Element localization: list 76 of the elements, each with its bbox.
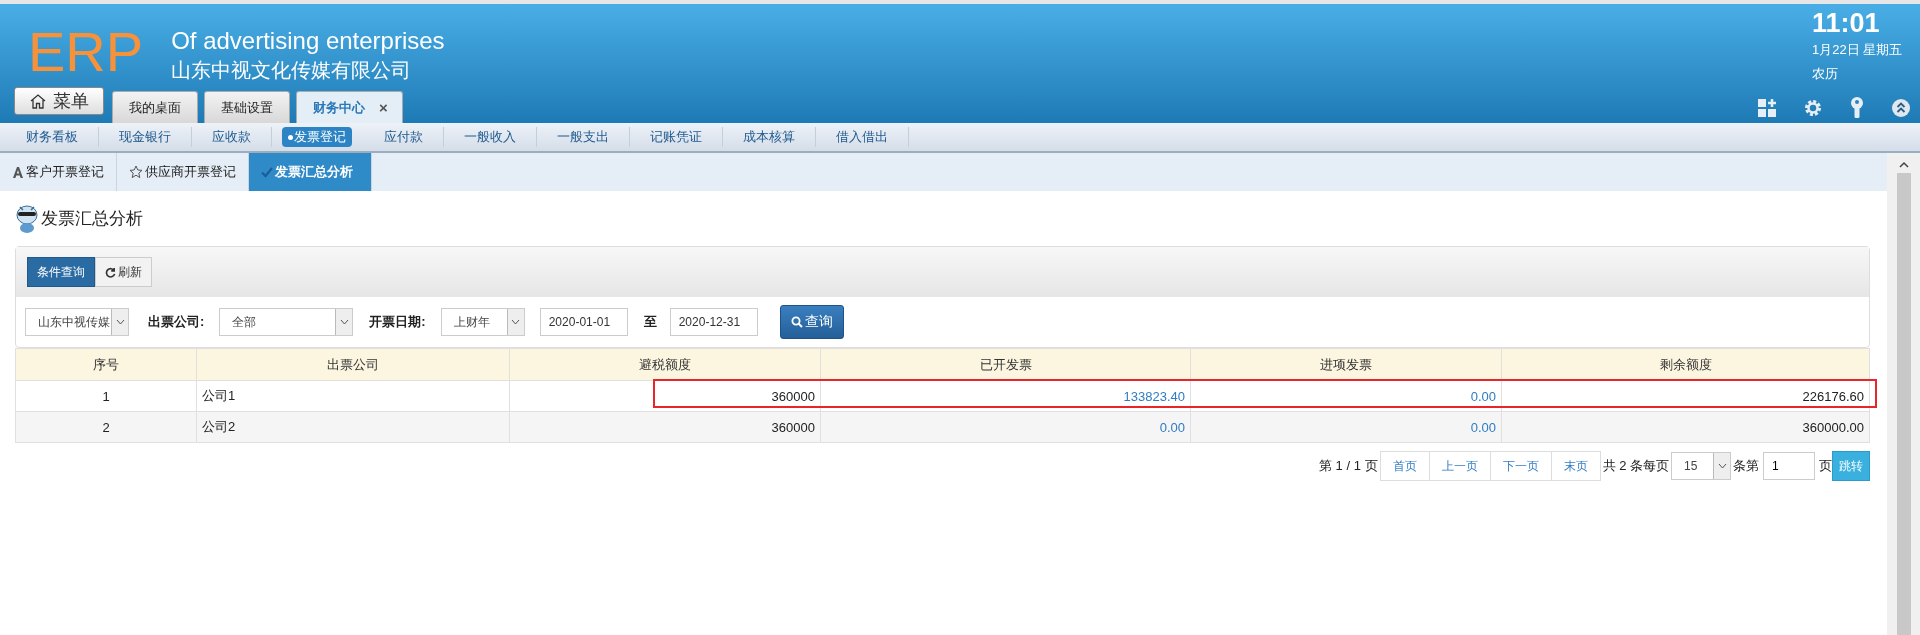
range-separator: 至 — [643, 313, 657, 331]
nav-item[interactable]: 一般支出 — [537, 127, 630, 147]
star-icon — [129, 165, 143, 179]
nav-item[interactable]: 成本核算 — [723, 127, 816, 147]
table-cell: 1 — [15, 380, 197, 412]
page-label: 条第 — [1733, 457, 1759, 475]
logo-text: ERP — [28, 22, 144, 82]
caret-icon — [115, 319, 125, 325]
settings-icon[interactable] — [1803, 98, 1823, 118]
page-title: 发票汇总分析 — [41, 208, 143, 230]
company-name: 山东中视文化传媒有限公司 — [171, 58, 413, 83]
end-date-field[interactable]: 2020-12-31 — [669, 308, 758, 336]
nav-item[interactable]: 应付款 — [364, 127, 444, 147]
clock-time: 11:01 — [1812, 8, 1881, 38]
filter-label: 出票公司: — [148, 313, 205, 331]
clock-date: 1月22日 星期五 — [1812, 41, 1903, 59]
top-tab[interactable]: 基础设置 — [204, 91, 290, 123]
caret-icon — [511, 319, 521, 325]
table-cell: 360000 — [509, 411, 821, 443]
toolbar-button[interactable]: 条件查询 — [27, 257, 95, 287]
total-label: 共 2 条每页 — [1602, 457, 1669, 475]
column-header: 序号 — [15, 348, 197, 381]
period-select[interactable]: 上财年 — [440, 308, 525, 336]
company-select[interactable]: 全部 — [219, 308, 354, 336]
page-suffix: 页 — [1819, 457, 1832, 475]
home-icon — [29, 92, 47, 110]
filter-label: 开票日期: — [369, 313, 426, 331]
page-number-field[interactable]: 1 — [1763, 452, 1815, 480]
page-info: 第 1 / 1 页 — [1319, 457, 1378, 475]
column-header: 避税额度 — [509, 348, 821, 381]
menu-button[interactable]: 菜单 — [14, 87, 104, 115]
nav-item[interactable]: 记账凭证 — [630, 127, 723, 147]
amount-link[interactable]: 133823.40 — [820, 380, 1191, 412]
toolbar-button[interactable]: 刷新 — [95, 257, 152, 287]
table-cell: 2 — [15, 411, 197, 443]
letter-a-icon — [12, 166, 24, 178]
table-cell: 226176.60 — [1501, 380, 1870, 412]
sub-tab[interactable]: 客户开票登记 — [0, 153, 117, 191]
table-cell: 公司1 — [196, 380, 510, 412]
close-icon[interactable]: × — [379, 99, 388, 116]
app-title: Of advertising enterprises — [171, 26, 445, 56]
collapse-icon[interactable] — [1891, 98, 1911, 118]
search-icon — [790, 316, 803, 328]
caret-icon — [339, 319, 349, 325]
amount-link[interactable]: 0.00 — [1190, 380, 1502, 412]
amount-link[interactable]: 0.00 — [1190, 411, 1502, 443]
lunar-label: 农历 — [1812, 65, 1839, 83]
scroll-thumb[interactable] — [1896, 173, 1911, 635]
nav-item[interactable]: 发票登记 — [282, 127, 352, 147]
check-icon — [261, 166, 273, 178]
scrollbar[interactable] — [1887, 153, 1920, 635]
page-size-select[interactable]: 15 — [1671, 452, 1731, 480]
nav-item[interactable]: 现金银行 — [99, 127, 192, 147]
column-header: 已开发票 — [820, 348, 1191, 381]
table-cell: 360000.00 — [1501, 411, 1870, 443]
key-icon[interactable] — [1849, 97, 1865, 119]
top-tab[interactable]: 我的桌面 — [112, 91, 198, 123]
caret-icon — [1717, 463, 1727, 469]
mascot-icon — [15, 203, 39, 234]
nav-item[interactable]: 借入借出 — [816, 127, 909, 147]
nav-item[interactable]: 应收款 — [192, 127, 272, 147]
nav-item[interactable]: 财务看板 — [6, 127, 99, 147]
start-date-field[interactable]: 2020-01-01 — [539, 308, 628, 336]
column-header: 进项发票 — [1190, 348, 1502, 381]
top-tab[interactable]: 财务中心 × — [296, 91, 403, 123]
refresh-icon — [105, 266, 116, 278]
column-header: 剩余额度 — [1501, 348, 1870, 381]
add-tile-icon[interactable] — [1757, 98, 1777, 118]
column-header: 出票公司 — [196, 348, 510, 381]
scroll-up-icon[interactable] — [1898, 161, 1909, 169]
organization-select[interactable]: 山东中视传媒 — [25, 308, 129, 336]
sub-tab[interactable]: 发票汇总分析 — [249, 153, 372, 191]
table-cell: 公司2 — [196, 411, 510, 443]
nav-item[interactable]: 一般收入 — [444, 127, 537, 147]
amount-link[interactable]: 0.00 — [820, 411, 1191, 443]
search-button[interactable]: 查询 — [779, 305, 844, 339]
